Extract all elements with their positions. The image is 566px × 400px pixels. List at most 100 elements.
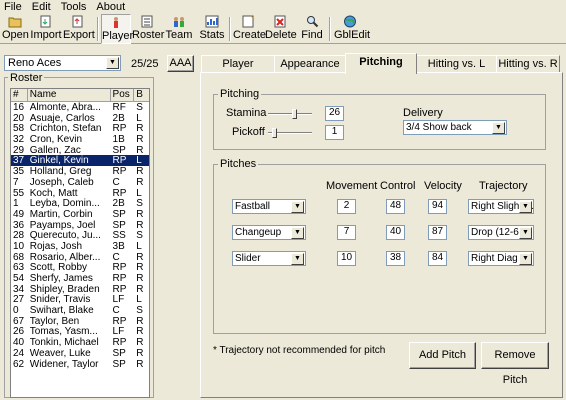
table-row[interactable]: 32 Cron, Kevin 1B R	[11, 134, 149, 145]
chevron-down-icon[interactable]: ▼	[519, 201, 532, 213]
row-name: Asuaje, Carlos	[29, 112, 95, 124]
menu-about[interactable]: About	[92, 1, 131, 13]
create-button[interactable]: Create	[233, 14, 266, 44]
table-row[interactable]: 67 Taylor, Ben RP R	[11, 316, 149, 327]
table-row[interactable]: 10 Rojas, Josh 3B L	[11, 241, 149, 252]
row-number: 10	[13, 240, 25, 252]
table-row[interactable]: 0 Swihart, Blake C S	[11, 305, 149, 316]
velocity-value[interactable]: 94	[428, 199, 447, 214]
chevron-down-icon[interactable]: ▼	[106, 57, 119, 69]
col-bats-header[interactable]: B	[134, 89, 149, 101]
trajectory-select[interactable]: Drop (12-6) ▼	[468, 225, 534, 240]
table-row[interactable]: 63 Scott, Robby RP R	[11, 262, 149, 273]
roster-button[interactable]: Roster	[132, 14, 164, 44]
table-row[interactable]: 26 Tomas, Yasm... LF R	[11, 326, 149, 338]
movement-value[interactable]: 10	[337, 251, 356, 266]
pitch-type-select[interactable]: Fastball ▼	[232, 199, 306, 214]
col-number-header[interactable]: #	[11, 89, 28, 101]
team-button[interactable]: Team	[164, 14, 194, 44]
delivery-select-value: 3/4 Show back	[406, 122, 472, 133]
chevron-down-icon[interactable]: ▼	[291, 201, 304, 213]
trajectory-select[interactable]: Right Diag (1... ▼	[468, 251, 534, 266]
table-row[interactable]: 16 Almonte, Abra... RF S	[11, 102, 149, 113]
control-value[interactable]: 38	[386, 251, 405, 266]
chevron-down-icon[interactable]: ▼	[291, 253, 304, 265]
table-row[interactable]: 55 Koch, Matt RP L	[11, 188, 149, 199]
toolbar-separator	[97, 17, 99, 41]
pitch-type-select[interactable]: Slider ▼	[232, 251, 306, 266]
remove-pitch-button[interactable]: Remove Pitch	[481, 342, 549, 386]
delete-button[interactable]: Delete	[265, 14, 297, 44]
table-row[interactable]: 29 Gallen, Zac SP R	[11, 145, 149, 156]
stamina-slider-thumb[interactable]	[292, 109, 298, 119]
tab-hitting-vs-l[interactable]: Hitting vs. L	[416, 55, 497, 73]
control-value[interactable]: 40	[386, 225, 405, 240]
tab-hitting-vs-r[interactable]: Hitting vs. R	[496, 55, 560, 73]
team-select-value: Reno Aces	[8, 57, 62, 69]
table-row[interactable]: 35 Holland, Greg RP R	[11, 166, 149, 177]
chevron-down-icon[interactable]: ▼	[492, 122, 505, 134]
table-row[interactable]: 36 Payamps, Joel SP R	[11, 220, 149, 231]
menu-file[interactable]: File	[0, 1, 28, 13]
col-pos-header[interactable]: Pos	[111, 89, 135, 101]
stamina-slider[interactable]	[268, 108, 312, 120]
stats-button[interactable]: Stats	[198, 14, 226, 44]
velocity-value[interactable]: 87	[428, 225, 447, 240]
team-select[interactable]: Reno Aces ▼	[4, 55, 121, 71]
level-aaa-button[interactable]: AAA	[167, 55, 194, 72]
delivery-label: Delivery	[403, 107, 443, 119]
gbledit-button[interactable]: GblEdit	[334, 14, 370, 44]
find-button[interactable]: Find	[300, 14, 324, 44]
chevron-down-icon[interactable]: ▼	[519, 227, 532, 239]
export-button[interactable]: Export	[63, 14, 95, 44]
table-row[interactable]: 54 Sherfy, James RP R	[11, 273, 149, 284]
tab-appearance[interactable]: Appearance	[274, 55, 346, 73]
table-row[interactable]: 49 Martin, Corbin SP R	[11, 209, 149, 220]
delivery-select[interactable]: 3/4 Show back ▼	[403, 120, 507, 135]
chevron-down-icon[interactable]: ▼	[519, 253, 532, 265]
row-name: Tomas, Yasm...	[29, 326, 98, 338]
table-row[interactable]: 62 Widener, Taylor SP R	[11, 359, 149, 370]
row-bats: S	[136, 230, 143, 241]
row-number: 58	[13, 123, 25, 135]
control-value[interactable]: 48	[386, 199, 405, 214]
movement-value[interactable]: 7	[337, 225, 356, 240]
tab-player[interactable]: Player	[201, 55, 275, 73]
table-row[interactable]: 24 Weaver, Luke SP R	[11, 348, 149, 359]
pickoff-slider[interactable]	[268, 127, 312, 139]
chevron-down-icon[interactable]: ▼	[291, 227, 304, 239]
table-row[interactable]: 1 Leyba, Domin... 2B S	[11, 198, 149, 209]
table-row[interactable]: 68 Rosario, Alber... C R	[11, 252, 149, 263]
import-button[interactable]: Import	[30, 14, 62, 44]
col-name-header[interactable]: Name	[28, 89, 111, 101]
menu-edit[interactable]: Edit	[28, 1, 57, 13]
row-name: Crichton, Stefan	[29, 123, 102, 135]
table-row[interactable]: 34 Shipley, Braden RP R	[11, 284, 149, 295]
table-row[interactable]: 27 Snider, Travis LF L	[11, 294, 149, 306]
movement-value[interactable]: 2	[337, 199, 356, 214]
table-row[interactable]: 20 Asuaje, Carlos 2B L	[11, 113, 149, 124]
table-row[interactable]: 40 Tonkin, Michael RP R	[11, 337, 149, 348]
table-row[interactable]: 28 Querecuto, Ju... SS S	[11, 230, 149, 241]
pickoff-slider-thumb[interactable]	[272, 128, 278, 138]
menu-tools[interactable]: Tools	[57, 1, 93, 13]
tab-pitching[interactable]: Pitching	[345, 53, 417, 74]
row-bats: L	[136, 187, 142, 199]
velocity-value[interactable]: 84	[428, 251, 447, 266]
trajectory-footnote: * Trajectory not recommended for pitch	[213, 345, 386, 356]
pitch-type-select[interactable]: Changeup ▼	[232, 225, 306, 240]
row-name: Widener, Taylor	[29, 358, 99, 370]
row-bats: S	[136, 102, 143, 113]
table-row[interactable]: 58 Crichton, Stefan RP R	[11, 123, 149, 135]
row-name: Rojas, Josh	[29, 240, 83, 252]
table-row[interactable]: 37 Ginkel, Kevin RP L	[11, 155, 149, 167]
add-pitch-button[interactable]: Add Pitch	[409, 342, 476, 369]
trajectory-select[interactable]: Right Slight (... ▼	[468, 199, 534, 214]
table-row[interactable]: 7 Joseph, Caleb C R	[11, 177, 149, 188]
pickoff-value[interactable]: 1	[325, 125, 344, 140]
player-button[interactable]: Player	[101, 14, 133, 44]
toolbar-separator	[329, 17, 331, 41]
stamina-value[interactable]: 26	[325, 106, 344, 121]
row-number: 34	[13, 283, 25, 295]
open-button[interactable]: Open	[2, 14, 29, 44]
